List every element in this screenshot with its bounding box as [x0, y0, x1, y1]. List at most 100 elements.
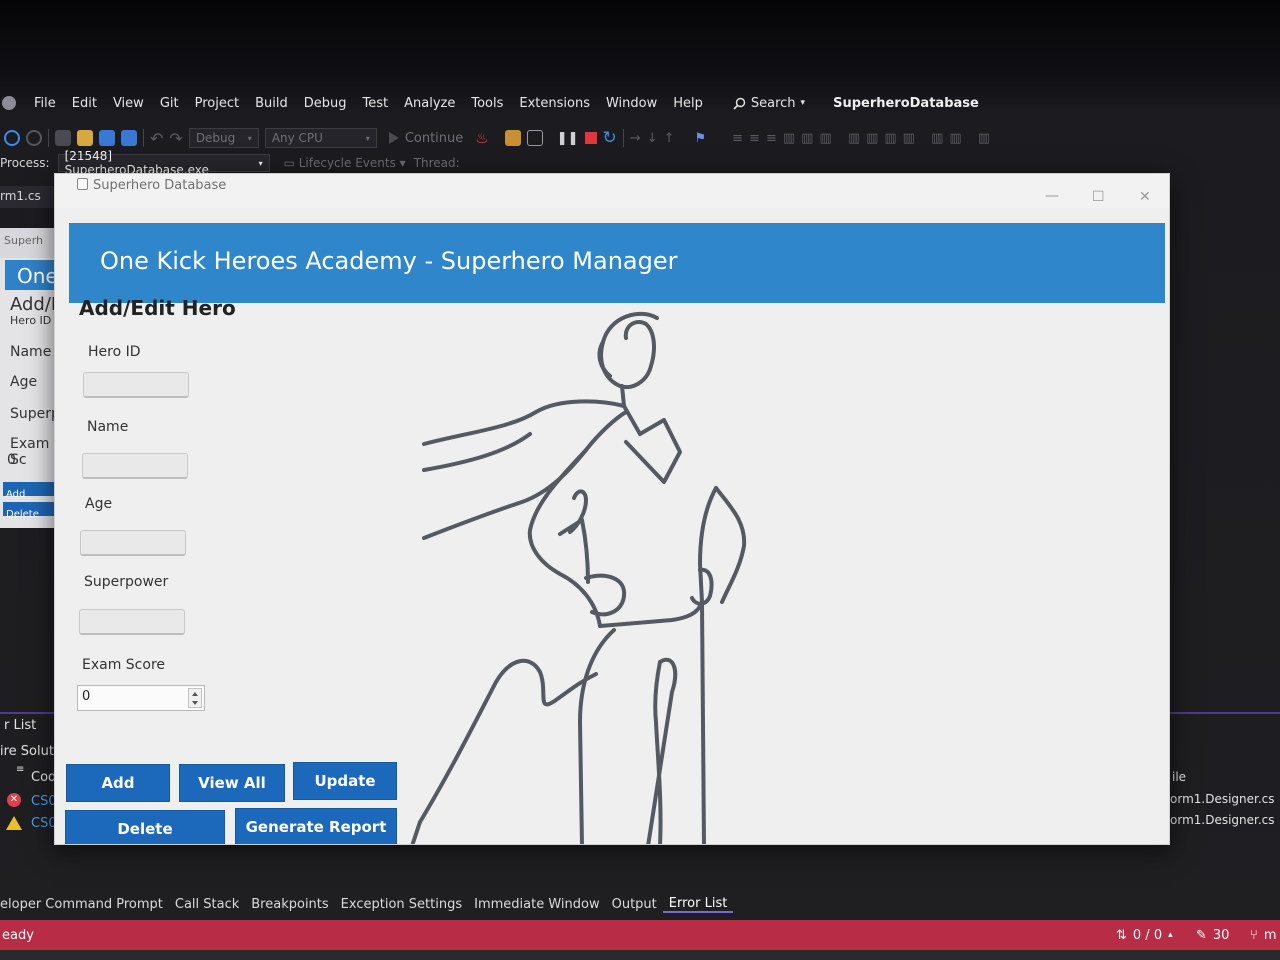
- tab-immediate-window[interactable]: Immediate Window: [468, 897, 605, 912]
- app-window-icon: [77, 178, 88, 190]
- window-titlebar[interactable]: Superhero Database — ☐ ✕: [55, 174, 1169, 208]
- menu-help[interactable]: Help: [665, 96, 711, 111]
- pause-icon[interactable]: ❚❚: [557, 131, 579, 146]
- search-menu[interactable]: Search ▾: [725, 96, 813, 111]
- age-input[interactable]: [80, 530, 186, 556]
- step-out-icon[interactable]: ↑: [664, 131, 675, 146]
- tab-call-stack[interactable]: Call Stack: [169, 897, 245, 912]
- step-into-icon[interactable]: ↓: [647, 131, 658, 146]
- redo-icon[interactable]: ↷: [169, 129, 182, 148]
- menu-test[interactable]: Test: [355, 96, 397, 111]
- designer-label-age: Age: [10, 374, 38, 390]
- taskbar: [0, 950, 1280, 960]
- generate-report-button[interactable]: Generate Report: [235, 808, 397, 844]
- toolbar-separator: [143, 129, 144, 147]
- label-exam-score: Exam Score: [82, 657, 166, 673]
- designer-header-text: One: [17, 264, 58, 288]
- search-icon: [733, 97, 746, 110]
- back-navigation-icon[interactable]: [4, 130, 20, 146]
- screen: File Edit View Git Project Build Debug T…: [0, 0, 1280, 960]
- browse-folder-icon[interactable]: [504, 130, 521, 146]
- configuration-select[interactable]: Debug ▾: [188, 128, 259, 148]
- name-input[interactable]: [82, 453, 188, 479]
- stop-icon[interactable]: [584, 132, 597, 144]
- open-folder-icon[interactable]: [77, 130, 93, 146]
- status-branch[interactable]: ⑂ m: [1250, 928, 1276, 943]
- label-name: Name: [87, 419, 129, 435]
- superhero-line-art: [410, 312, 747, 844]
- warning-code[interactable]: CS0: [31, 816, 57, 831]
- designer-add-label: Add: [6, 489, 26, 500]
- section-title: Add/Edit Hero: [79, 296, 236, 320]
- tab-developer-command-prompt[interactable]: eloper Command Prompt: [0, 897, 169, 912]
- forward-navigation-icon[interactable]: [26, 130, 42, 146]
- menu-extensions[interactable]: Extensions: [511, 96, 598, 111]
- label-superpower: Superpower: [84, 574, 169, 590]
- add-button[interactable]: Add: [66, 764, 170, 802]
- tab-exception-settings[interactable]: Exception Settings: [335, 897, 468, 912]
- vs-menubar: File Edit View Git Project Build Debug T…: [0, 88, 1280, 118]
- error-code[interactable]: CS0: [31, 794, 57, 809]
- platform-value: Any CPU: [271, 131, 323, 145]
- menu-build[interactable]: Build: [247, 96, 296, 111]
- menu-git[interactable]: Git: [152, 96, 187, 111]
- view-all-button[interactable]: View All: [179, 764, 285, 802]
- exam-score-stepper[interactable]: 0: [77, 685, 205, 711]
- close-icon[interactable]: ✕: [1139, 189, 1151, 205]
- maximize-icon[interactable]: ☐: [1092, 189, 1105, 205]
- superpower-input[interactable]: [79, 609, 185, 635]
- stepper-buttons[interactable]: [188, 688, 202, 708]
- status-ready-text: eady: [2, 927, 34, 943]
- new-project-icon[interactable]: [55, 130, 71, 146]
- menu-tools[interactable]: Tools: [463, 96, 511, 111]
- continue-button[interactable]: Continue: [388, 131, 463, 146]
- minimize-icon[interactable]: —: [1045, 188, 1059, 204]
- process-select[interactable]: [21548] SuperheroDatabase.exe ▾: [57, 149, 270, 177]
- delete-button[interactable]: Delete: [65, 810, 225, 844]
- save-icon[interactable]: [99, 130, 115, 146]
- error-list-filter-icon[interactable]: ≡: [16, 764, 24, 775]
- window-layout-icon[interactable]: [526, 130, 543, 146]
- chevron-down-icon[interactable]: [192, 701, 198, 705]
- update-button[interactable]: Update: [293, 762, 397, 800]
- error-file[interactable]: orm1.Designer.cs: [1170, 792, 1275, 806]
- undo-icon[interactable]: ↶: [150, 129, 163, 148]
- error-list-title: r List: [4, 718, 37, 733]
- diagnostics-icon[interactable]: ⚑: [695, 131, 707, 146]
- lifecycle-events-dropdown[interactable]: ▭ Lifecycle Events ▾: [284, 156, 406, 170]
- menu-file[interactable]: File: [26, 96, 64, 111]
- column-file[interactable]: ile: [1172, 770, 1186, 784]
- column-code[interactable]: Cod: [31, 770, 56, 785]
- step-over-icon[interactable]: →: [630, 131, 641, 146]
- error-icon: ✕: [7, 793, 21, 807]
- status-edits-count: 30: [1212, 927, 1230, 943]
- designer-delete-label: Delete: [6, 509, 39, 520]
- tab-output[interactable]: Output: [606, 897, 663, 912]
- restart-icon[interactable]: ↻: [603, 128, 617, 148]
- chevron-up-icon: ▴: [1168, 930, 1173, 940]
- hero-id-input[interactable]: [83, 372, 189, 398]
- warning-file[interactable]: orm1.Designer.cs: [1170, 813, 1275, 827]
- menu-edit[interactable]: Edit: [64, 96, 105, 111]
- up-down-arrows-icon: ⇅: [1116, 927, 1127, 943]
- menu-window[interactable]: Window: [598, 96, 665, 111]
- tab-breakpoints[interactable]: Breakpoints: [245, 897, 334, 912]
- menu-view[interactable]: View: [105, 96, 152, 111]
- platform-select[interactable]: Any CPU ▾: [264, 128, 377, 148]
- align-icons[interactable]: ≡≡≡▥▥▥ ▥▥▥▥ ▥▥ ▥: [732, 131, 996, 146]
- tab-error-list[interactable]: Error List: [662, 896, 734, 913]
- status-source-control[interactable]: ⇅ 0 / 0 ▴: [1116, 928, 1173, 943]
- menu-project[interactable]: Project: [187, 96, 247, 111]
- thread-label: Thread:: [413, 156, 460, 170]
- menu-debug[interactable]: Debug: [296, 96, 355, 111]
- search-label: Search: [750, 95, 796, 111]
- lifecycle-label: Lifecycle Events: [298, 156, 396, 170]
- menu-analyze[interactable]: Analyze: [396, 96, 463, 111]
- save-all-icon[interactable]: [121, 130, 137, 146]
- superhero-database-window: Superhero Database — ☐ ✕ One Kick Heroes…: [54, 173, 1170, 845]
- status-edits[interactable]: ✎ 30: [1196, 928, 1229, 943]
- hot-reload-icon[interactable]: ♨: [475, 129, 488, 147]
- designer-title-text: Superh: [4, 234, 44, 247]
- chevron-up-icon[interactable]: [192, 692, 198, 696]
- status-arrows-count: 0 / 0: [1132, 927, 1163, 943]
